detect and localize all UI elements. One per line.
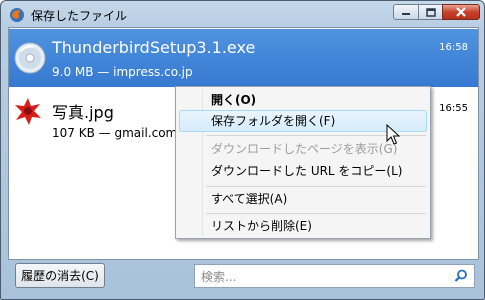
window-title: 保存したファイル (31, 9, 128, 23)
minimize-button[interactable] (393, 4, 419, 20)
menu-item-select-all[interactable]: すべて選択(A) (179, 188, 427, 210)
close-button[interactable] (442, 4, 480, 20)
menu-item-open[interactable]: 開く(O) (179, 89, 427, 111)
file-name: ThunderbirdSetup3.1.exe (52, 38, 256, 57)
download-time: 16:55 (439, 103, 468, 114)
file-name: 写真.jpg (52, 103, 114, 122)
file-info: 9.0 MB — impress.co.jp (52, 65, 193, 79)
search-box[interactable] (194, 264, 475, 288)
file-info: 107 KB — gmail.com: (52, 126, 182, 140)
download-item[interactable]: ThunderbirdSetup3.1.exe 9.0 MB — impress… (9, 29, 478, 87)
mouse-cursor-icon (386, 124, 400, 145)
context-menu: 開く(O) 保存フォルダを開く(F) ダウンロードしたページを表示(G) ダウン… (175, 86, 431, 239)
maximize-icon (425, 7, 436, 17)
cd-icon (14, 42, 46, 74)
maximize-button[interactable] (418, 4, 443, 20)
close-icon (456, 7, 466, 17)
clear-history-button[interactable]: 履歴の消去(C) (15, 263, 105, 288)
menu-item-remove[interactable]: リストから削除(E) (179, 215, 427, 237)
menu-separator (206, 186, 426, 187)
menu-separator (206, 213, 426, 214)
firefox-icon (10, 8, 24, 22)
search-icon[interactable] (454, 269, 468, 283)
bottom-bar: 履歴の消去(C) (1, 259, 484, 299)
title-bar[interactable]: 保存したファイル (1, 1, 484, 27)
minimize-icon (402, 13, 410, 15)
search-input[interactable] (199, 267, 453, 286)
download-time: 16:58 (439, 42, 468, 53)
menu-item-copy-url[interactable]: ダウンロードした URL をコピー(L) (179, 160, 427, 182)
image-file-icon (15, 98, 41, 125)
